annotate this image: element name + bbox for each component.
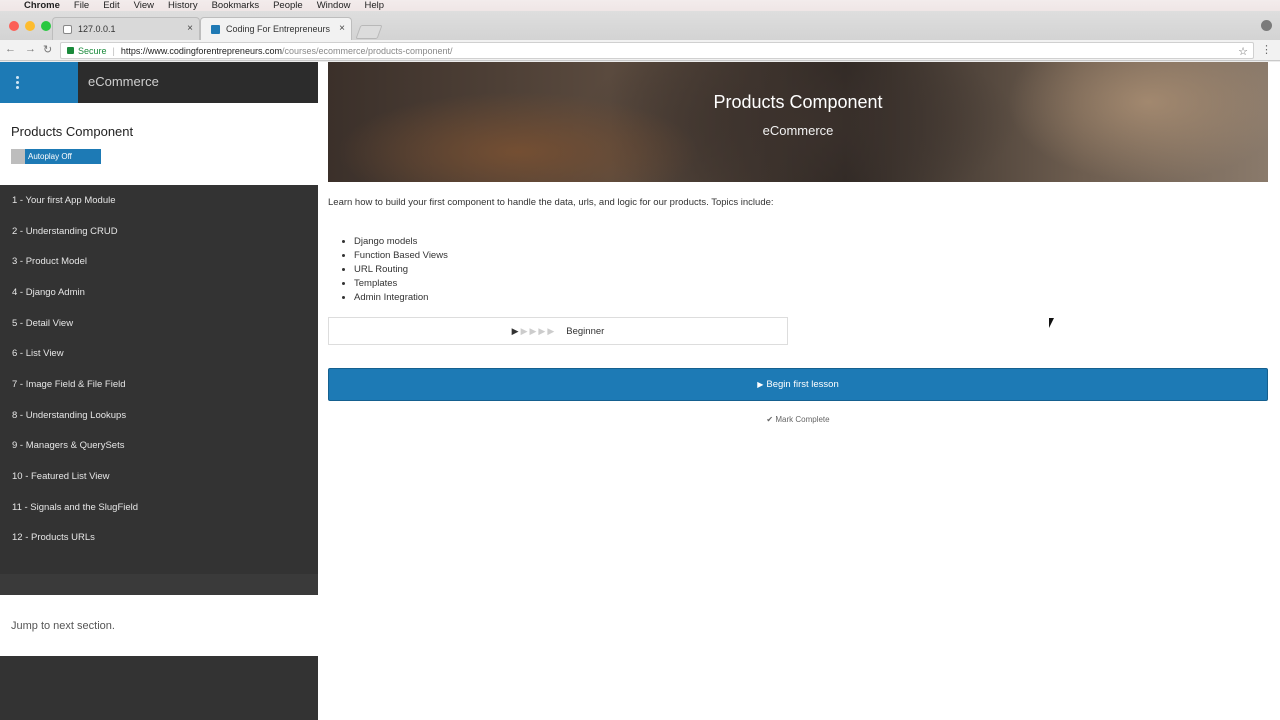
page-subtitle: eCommerce (762, 123, 834, 138)
begin-label: Begin first lesson (766, 379, 839, 390)
toggle-knob (11, 149, 25, 164)
menu-file[interactable]: File (74, 0, 89, 11)
sidebar-divider (0, 574, 318, 595)
difficulty-label: Beginner (566, 325, 605, 337)
lesson-item[interactable]: 1 - Your first App Module (0, 185, 318, 216)
hero-banner: Products Component eCommerce (328, 62, 1268, 182)
url-path: /courses/ecommerce/products-component/ (281, 45, 453, 56)
bookmark-star-icon[interactable]: ☆ (1238, 45, 1248, 58)
lesson-item[interactable]: 11 - Signals and the SlugField (0, 492, 318, 523)
lock-icon (67, 47, 74, 54)
lesson-item[interactable]: 9 - Managers & QuerySets (0, 431, 318, 462)
lesson-item[interactable]: 3 - Product Model (0, 246, 318, 277)
section-description: Learn how to build your first component … (328, 197, 774, 208)
main-content: Products Component eCommerce Learn how t… (328, 62, 1268, 720)
divider: | (112, 45, 115, 56)
topic-list: Django models Function Based Views URL R… (354, 235, 448, 305)
lesson-item[interactable]: 2 - Understanding CRUD (0, 216, 318, 247)
tab-title: Coding For Entrepreneurs (226, 24, 331, 34)
topic-item: Django models (354, 235, 448, 249)
mouse-cursor-icon (1049, 318, 1054, 328)
lesson-item[interactable]: 10 - Featured List View (0, 461, 318, 492)
next-section-label: Jump to next section. (11, 620, 115, 632)
check-icon: ✔ (766, 415, 774, 424)
browser-menu-icon[interactable]: ⋮ (1261, 43, 1272, 56)
menu-people[interactable]: People (273, 0, 303, 11)
autoplay-toggle[interactable]: Autoplay Off (11, 149, 101, 164)
minimize-window-button[interactable] (25, 21, 35, 31)
new-tab-button[interactable] (355, 25, 383, 39)
autoplay-label: Autoplay Off (28, 152, 72, 161)
lesson-list: 1 - Your first App Module 2 - Understand… (0, 185, 318, 553)
lesson-item[interactable]: 4 - Django Admin (0, 277, 318, 308)
topic-item: URL Routing (354, 263, 448, 277)
page-title: Products Component (713, 92, 883, 112)
difficulty-level: ▶▶▶▶▶ Beginner (328, 317, 788, 345)
tab-strip: 127.0.0.1 × Coding For Entrepreneurs × (0, 11, 1280, 40)
close-tab-icon[interactable]: × (339, 23, 345, 34)
close-tab-icon[interactable]: × (187, 23, 193, 34)
reload-icon[interactable]: ↻ (43, 43, 52, 56)
course-sidebar: eCommerce Products Component Autoplay Of… (0, 62, 318, 720)
zoom-window-button[interactable] (41, 21, 51, 31)
menu-dots-icon (16, 76, 20, 91)
back-icon[interactable]: ← (5, 43, 16, 55)
tab-coding-for-entrepreneurs[interactable]: Coding For Entrepreneurs × (200, 17, 352, 40)
menu-app-chrome[interactable]: Chrome (24, 0, 60, 11)
address-bar[interactable]: Secure | https://www.codingforentreprene… (60, 42, 1254, 59)
web-page: eCommerce Products Component Autoplay Of… (0, 62, 1280, 720)
lesson-item[interactable]: 8 - Understanding Lookups (0, 400, 318, 431)
profile-icon[interactable] (1261, 20, 1272, 31)
lesson-item[interactable]: 12 - Products URLs (0, 523, 318, 554)
topic-item: Admin Integration (354, 291, 448, 305)
lesson-item[interactable]: 7 - Image Field & File Field (0, 369, 318, 400)
forward-icon[interactable]: → (25, 43, 36, 55)
mark-complete-link[interactable]: ✔ Mark Complete (328, 415, 1268, 424)
close-window-button[interactable] (9, 21, 19, 31)
sidebar-brand[interactable] (0, 62, 78, 103)
sidebar-topbar: eCommerce (0, 62, 318, 103)
secure-label: Secure (78, 45, 107, 56)
menu-bookmarks[interactable]: Bookmarks (212, 0, 260, 11)
page-icon (63, 24, 72, 34)
menu-window[interactable]: Window (317, 0, 351, 11)
lesson-item[interactable]: 6 - List View (0, 338, 318, 369)
topic-item: Templates (354, 277, 448, 291)
topic-item: Function Based Views (354, 249, 448, 263)
tab-title: 127.0.0.1 (78, 24, 116, 34)
sidebar-course-name[interactable]: eCommerce (88, 74, 159, 89)
next-section-link[interactable]: Jump to next section. (0, 595, 318, 656)
menu-help[interactable]: Help (364, 0, 384, 11)
menu-edit[interactable]: Edit (103, 0, 119, 11)
menu-bar: Chrome File Edit View History Bookmarks … (0, 0, 1280, 11)
window-controls (9, 21, 51, 31)
mark-complete-label: Mark Complete (775, 415, 830, 424)
menu-view[interactable]: View (134, 0, 154, 11)
begin-first-lesson-button[interactable]: ▶ Begin first lesson (328, 368, 1268, 401)
menu-history[interactable]: History (168, 0, 198, 11)
sidebar-footer (0, 656, 318, 720)
lesson-item[interactable]: 5 - Detail View (0, 308, 318, 339)
play-icon: ▶ (757, 380, 764, 389)
difficulty-arrows-icon: ▶▶▶▶▶ (511, 325, 557, 336)
tab-localhost[interactable]: 127.0.0.1 × (52, 17, 200, 40)
url-host: https://www.codingforentrepreneurs.com (120, 45, 282, 56)
browser-toolbar: ← → ↻ Secure | https://www.codingforentr… (0, 40, 1280, 61)
sidebar-header: Products Component Autoplay Off (0, 103, 318, 185)
site-favicon-icon (211, 24, 220, 34)
sidebar-section-title: Products Component (11, 124, 134, 139)
